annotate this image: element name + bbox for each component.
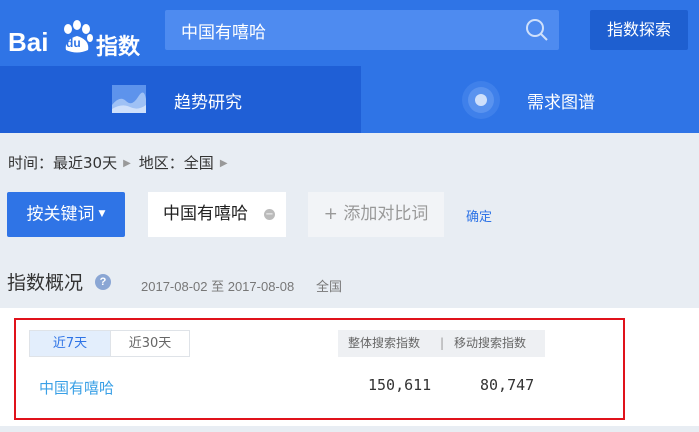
chevron-right-icon: ▶	[219, 158, 228, 169]
overview-title: 指数概况	[7, 272, 84, 294]
caret-down-icon: ▼	[98, 209, 106, 219]
mobile-search-index-value: 80,747	[480, 376, 535, 394]
filter-breadcrumb: 时间：最近30天 ▶ 地区：全国 ▶	[8, 152, 236, 173]
add-compare-label: 添加对比词	[343, 204, 429, 224]
row-keyword[interactable]: 中国有嘻哈	[39, 377, 114, 398]
remove-keyword-icon[interactable]: −	[264, 209, 275, 220]
keyword-chip-label: 中国有嘻哈	[163, 204, 248, 224]
logo-du-text: du	[66, 36, 81, 50]
help-icon[interactable]: ?	[95, 274, 111, 290]
index-column-header: 整体搜索指数 | 移动搜索指数	[338, 330, 545, 357]
range-7-days-button[interactable]: 近7天	[30, 331, 110, 356]
target-icon	[462, 81, 500, 119]
overall-search-index-header: 整体搜索指数	[348, 336, 421, 350]
region-filter[interactable]: 地区：全国	[139, 152, 214, 173]
overall-search-index-value: 150,611	[368, 376, 432, 394]
confirm-link[interactable]: 确定	[466, 206, 492, 225]
top-bar: Bai du 指数 指数探索	[0, 0, 699, 66]
plus-icon: +	[323, 204, 344, 224]
trend-chart-icon	[112, 85, 146, 113]
main-tabs: 趋势研究 需求图谱	[0, 66, 699, 133]
keyword-chip[interactable]: 中国有嘻哈 −	[148, 192, 286, 237]
range-toggle: 近7天 近30天	[29, 330, 190, 357]
mobile-search-index-header: 移动搜索指数	[454, 336, 527, 350]
range-30-days-button[interactable]: 近30天	[110, 331, 189, 356]
header-separator: |	[440, 336, 445, 350]
index-explore-button[interactable]: 指数探索	[590, 10, 688, 50]
tab-demand-graph[interactable]: 需求图谱	[361, 66, 699, 133]
by-keyword-label: 按关键词	[26, 204, 95, 225]
time-filter[interactable]: 时间：最近30天	[8, 152, 117, 173]
logo-zhishu-text: 指数	[96, 35, 141, 60]
search-input[interactable]	[165, 10, 515, 50]
overview-region: 全国	[316, 280, 343, 295]
tab-trend-research[interactable]: 趋势研究	[0, 66, 361, 133]
logo-bai-text: Bai	[8, 27, 49, 57]
chevron-right-icon: ▶	[123, 158, 131, 169]
search-box	[165, 10, 559, 50]
overview-date-range: 2017-08-02 至 2017-08-08	[141, 279, 295, 294]
add-compare-button[interactable]: + 添加对比词	[308, 192, 444, 237]
magnifier-icon[interactable]	[525, 18, 549, 42]
baidu-index-logo[interactable]: Bai du 指数	[8, 14, 148, 60]
tab-demand-graph-label: 需求图谱	[527, 93, 595, 113]
by-keyword-button[interactable]: 按关键词 ▼	[7, 192, 125, 237]
tab-trend-research-label: 趋势研究	[174, 93, 242, 113]
